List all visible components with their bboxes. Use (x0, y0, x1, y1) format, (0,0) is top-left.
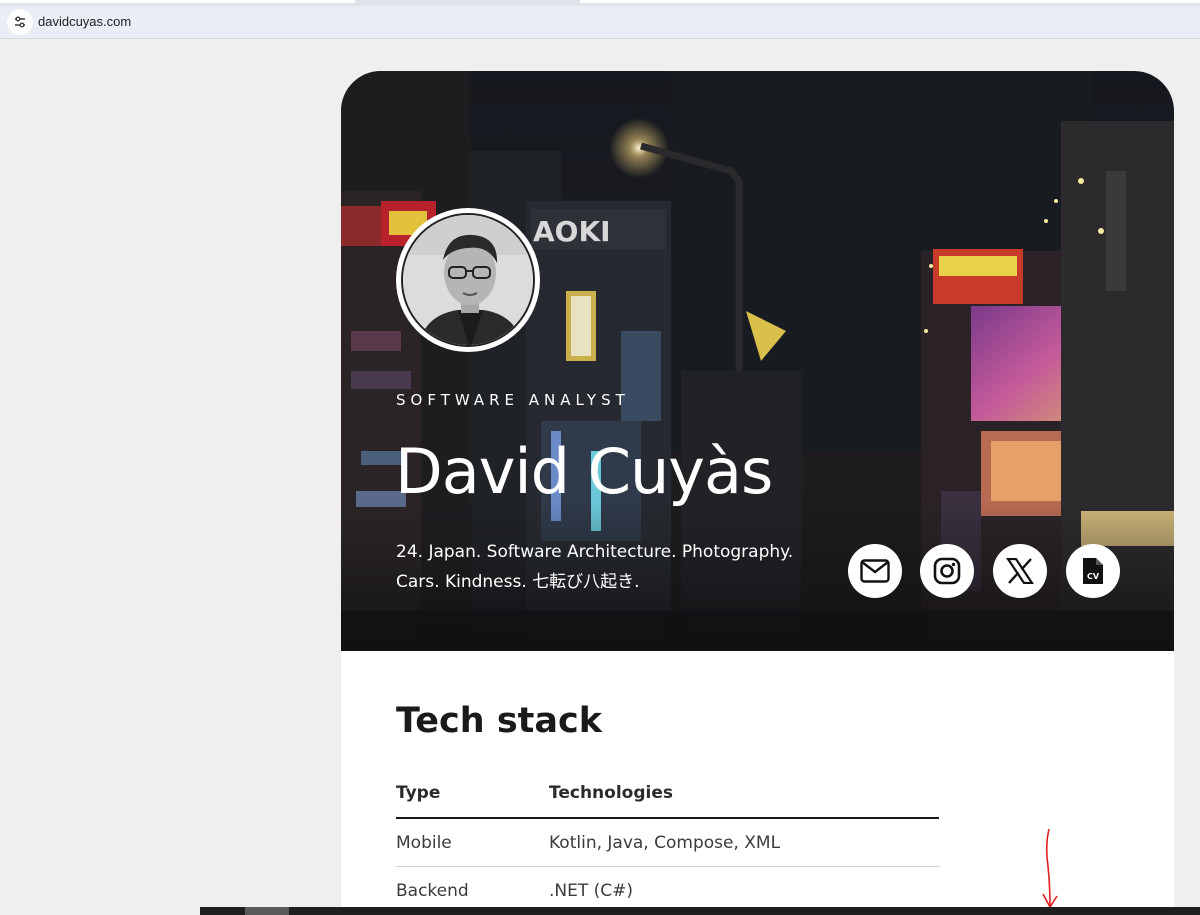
table-cell: Kotlin, Java, Compose, XML (549, 818, 939, 867)
instagram-icon (933, 557, 961, 585)
site-settings-icon[interactable] (7, 9, 33, 35)
section-title: Tech stack (396, 701, 603, 741)
address-bar[interactable]: davidcuyas.com (0, 6, 1200, 38)
instagram-button[interactable] (920, 544, 974, 598)
chrome-divider (0, 38, 1200, 43)
x-icon (1006, 558, 1034, 584)
bio-text: 24. Japan. Software Architecture. Photog… (396, 537, 816, 597)
annotation-arrow-icon (1042, 828, 1058, 909)
tech-stack-table: Type Technologies Mobile Kotlin, Java, C… (396, 783, 939, 915)
tech-stack-section: Tech stack Type Technologies Mobile Kotl… (396, 701, 941, 915)
cv-button[interactable]: CV (1066, 544, 1120, 598)
avatar (396, 208, 540, 352)
bio-line: Cars. Kindness. 七転び八起き. (396, 572, 640, 592)
role-title: SOFTWARE ANALYST (396, 391, 630, 409)
tab-indicator (580, 0, 1200, 3)
mail-icon (860, 559, 890, 583)
hero-banner: AOKI SOFTWARE ANALYST David Cuyàs 24. Ja… (341, 71, 1174, 651)
url-text[interactable]: davidcuyas.com (38, 14, 131, 29)
table-cell: Mobile (396, 818, 549, 867)
column-header: Type (396, 783, 549, 819)
x-button[interactable] (993, 544, 1047, 598)
avatar-photo (401, 213, 535, 347)
aoki-sign: AOKI (533, 215, 611, 248)
scrollbar-thumb[interactable] (245, 907, 289, 915)
column-header: Technologies (549, 783, 939, 819)
page-title: David Cuyàs (395, 435, 773, 508)
bio-line: 24. Japan. Software Architecture. Photog… (396, 542, 794, 562)
mail-button[interactable] (848, 544, 902, 598)
table-header-row: Type Technologies (396, 783, 939, 819)
profile-card: AOKI SOFTWARE ANALYST David Cuyàs 24. Ja… (341, 71, 1174, 915)
cv-label: CV (1087, 572, 1100, 581)
cv-icon: CV (1083, 558, 1103, 584)
tab-indicator (0, 0, 355, 3)
horizontal-scrollbar[interactable] (200, 907, 1200, 915)
table-row: Mobile Kotlin, Java, Compose, XML (396, 818, 939, 867)
